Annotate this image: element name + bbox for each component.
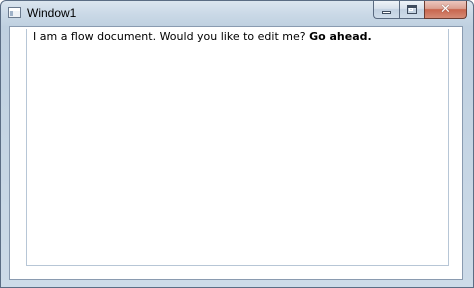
minimize-button[interactable] bbox=[373, 1, 399, 19]
caption-buttons: ✕ bbox=[373, 1, 467, 20]
window-app-icon[interactable] bbox=[8, 7, 21, 18]
close-button[interactable]: ✕ bbox=[424, 1, 467, 19]
window-title: Window1 bbox=[27, 6, 77, 20]
document-bold-text: Go ahead. bbox=[309, 30, 372, 43]
window-client-area: I am a flow document. Would you like to … bbox=[9, 26, 463, 280]
maximize-icon bbox=[407, 5, 417, 14]
document-text: I am a flow document. Would you like to … bbox=[33, 30, 310, 43]
title-bar[interactable]: Window1 ✕ bbox=[1, 1, 473, 26]
flow-document-editor[interactable]: I am a flow document. Would you like to … bbox=[26, 29, 449, 266]
close-icon: ✕ bbox=[440, 2, 451, 17]
application-window: Window1 ✕ I am a flow document. Would yo… bbox=[0, 0, 474, 288]
minimize-icon bbox=[382, 11, 391, 14]
document-paragraph[interactable]: I am a flow document. Would you like to … bbox=[33, 30, 372, 44]
maximize-button[interactable] bbox=[399, 1, 424, 19]
